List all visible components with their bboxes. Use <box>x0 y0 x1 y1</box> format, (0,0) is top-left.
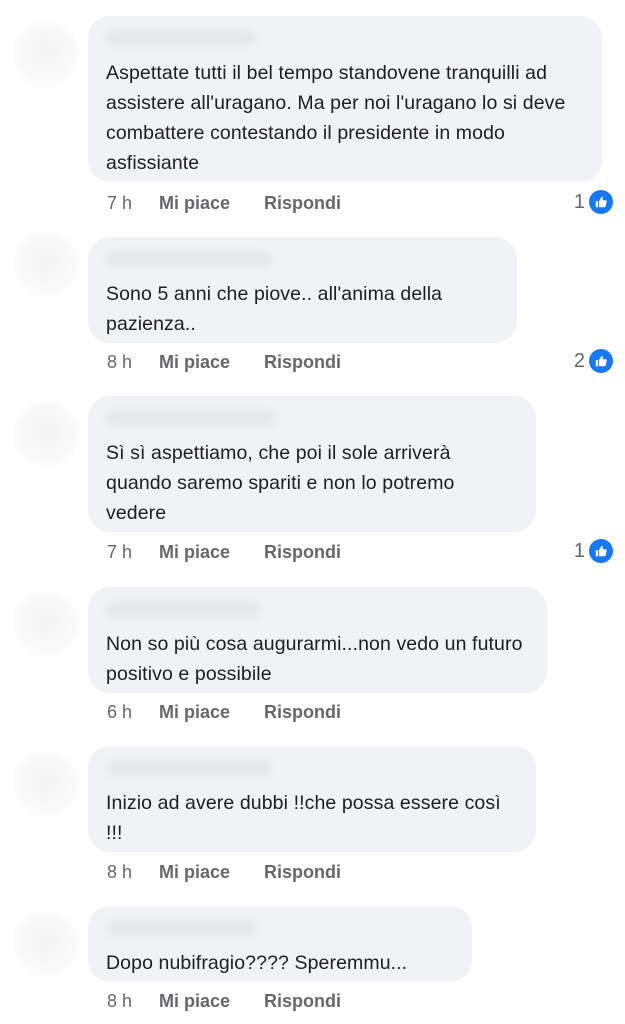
author-name[interactable] <box>106 601 261 617</box>
author-name[interactable] <box>106 410 276 426</box>
comment-actions: 8 h Mi piace Rispondi <box>107 860 341 884</box>
reaction-summary[interactable]: 1 <box>574 538 613 564</box>
comment-bubble: Inizio ad avere dubbi !!che possa essere… <box>88 746 536 852</box>
reply-button[interactable]: Rispondi <box>264 193 341 214</box>
comment-text: Sono 5 anni che piove.. all'anima della … <box>106 283 443 335</box>
comment-bubble: Sì sì aspettiamo, che poi il sole arrive… <box>88 396 536 532</box>
like-button[interactable]: Mi piace <box>159 193 264 214</box>
comment-bubble: Aspettate tutti il bel tempo standovene … <box>88 16 602 182</box>
comment-text: Aspettate tutti il bel tempo standovene … <box>106 62 566 174</box>
author-name[interactable] <box>106 760 271 776</box>
author-name[interactable] <box>106 251 271 267</box>
comment-time[interactable]: 8 h <box>107 352 159 373</box>
like-button[interactable]: Mi piace <box>159 352 264 373</box>
reply-button[interactable]: Rispondi <box>264 702 341 723</box>
comment-time[interactable]: 7 h <box>107 193 159 214</box>
like-thumb-icon <box>589 349 613 373</box>
comment-actions: 8 h Mi piace Rispondi <box>107 350 341 374</box>
reaction-summary[interactable]: 2 <box>574 348 613 374</box>
author-name[interactable] <box>106 920 256 936</box>
comment-time[interactable]: 8 h <box>107 991 159 1012</box>
reaction-summary[interactable]: 1 <box>574 189 613 215</box>
reaction-count: 1 <box>573 190 585 213</box>
avatar[interactable] <box>14 592 78 656</box>
comment-bubble: Sono 5 anni che piove.. all'anima della … <box>88 237 517 343</box>
comment-text: Dopo nubifragio???? Speremmu... <box>106 952 408 974</box>
avatar[interactable] <box>14 22 78 86</box>
comment-text: Sì sì aspettiamo, che poi il sole arrive… <box>106 442 455 524</box>
like-button[interactable]: Mi piace <box>159 702 264 723</box>
like-button[interactable]: Mi piace <box>159 542 264 563</box>
avatar[interactable] <box>14 912 78 976</box>
comment-text: Non so più cosa augurarmi...non vedo un … <box>106 633 523 685</box>
like-thumb-icon <box>589 190 613 214</box>
reaction-count: 2 <box>573 349 585 372</box>
comment-actions: 7 h Mi piace Rispondi <box>107 191 341 215</box>
comment-time[interactable]: 8 h <box>107 862 159 883</box>
like-button[interactable]: Mi piace <box>159 862 264 883</box>
author-name[interactable] <box>106 30 256 46</box>
comment-time[interactable]: 6 h <box>107 702 159 723</box>
comment-bubble: Dopo nubifragio???? Speremmu... <box>88 906 472 982</box>
comment-text: Inizio ad avere dubbi !!che possa essere… <box>106 792 501 844</box>
like-button[interactable]: Mi piace <box>159 991 264 1012</box>
reaction-count: 1 <box>573 539 585 562</box>
reply-button[interactable]: Rispondi <box>264 352 341 373</box>
avatar[interactable] <box>14 232 78 296</box>
reply-button[interactable]: Rispondi <box>264 991 341 1012</box>
comment-actions: 8 h Mi piace Rispondi <box>107 989 341 1013</box>
comment-actions: 7 h Mi piace Rispondi <box>107 540 341 564</box>
comment-time[interactable]: 7 h <box>107 542 159 563</box>
avatar[interactable] <box>14 402 78 466</box>
avatar[interactable] <box>14 752 78 816</box>
comment-bubble: Non so più cosa augurarmi...non vedo un … <box>88 587 547 693</box>
comment-actions: 6 h Mi piace Rispondi <box>107 700 341 724</box>
reply-button[interactable]: Rispondi <box>264 862 341 883</box>
like-thumb-icon <box>589 539 613 563</box>
reply-button[interactable]: Rispondi <box>264 542 341 563</box>
